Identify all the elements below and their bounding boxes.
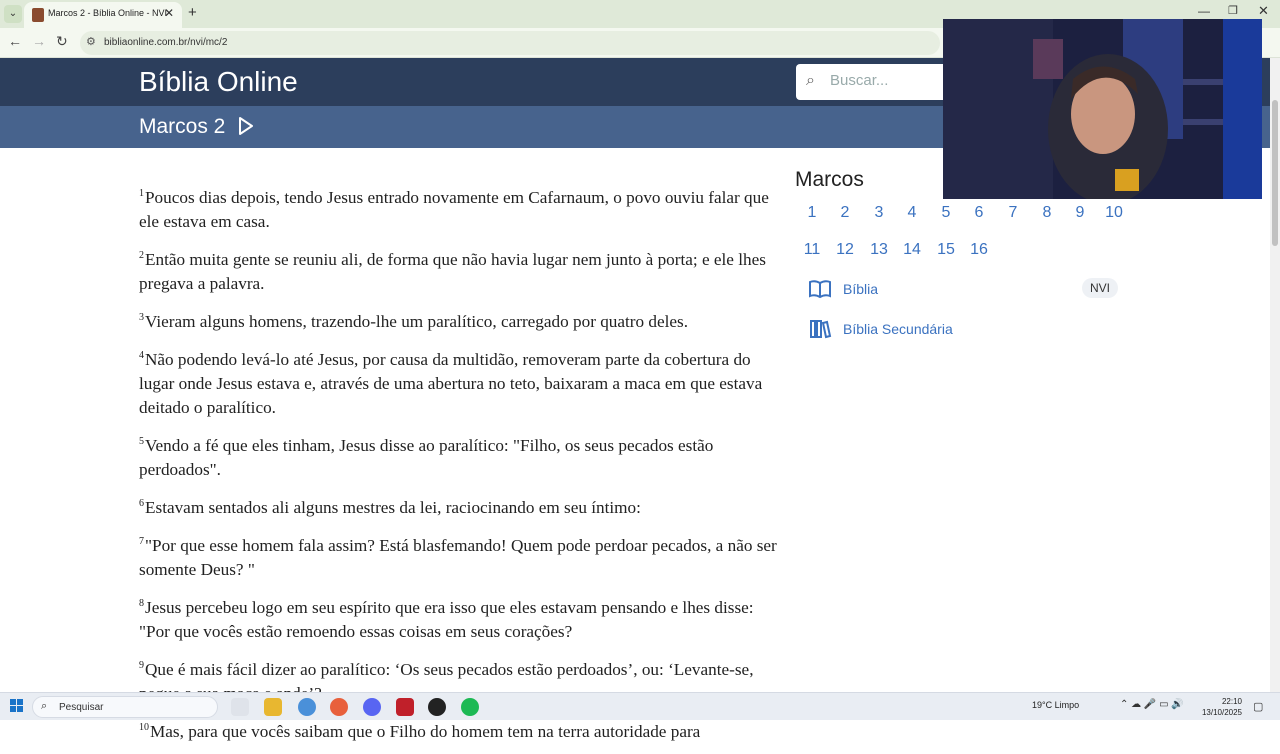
site-info-icon[interactable]: ⚙ bbox=[86, 35, 96, 48]
chapter-link[interactable]: 12 bbox=[830, 241, 860, 259]
address-bar[interactable]: ⚙ bibliaonline.com.br/nvi/mc/2 bbox=[80, 31, 940, 55]
verse: 6Estavam sentados ali alguns mestres da … bbox=[139, 492, 784, 520]
chapter-link[interactable]: 9 bbox=[1065, 204, 1095, 222]
verse-text: Vendo a fé que eles tinham, Jesus disse … bbox=[139, 436, 714, 479]
recording-app-icon[interactable] bbox=[428, 698, 446, 716]
verse-number: 1 bbox=[139, 188, 144, 199]
back-arrow-icon[interactable]: ← bbox=[8, 33, 22, 49]
clock-time: 22:10 bbox=[1221, 697, 1242, 706]
verse-number: 2 bbox=[139, 250, 144, 261]
verse-number: 7 bbox=[139, 536, 144, 547]
verse: 7"Por que esse homem fala assim? Está bl… bbox=[139, 530, 784, 582]
chapter-link[interactable]: 14 bbox=[897, 241, 927, 259]
chapter-link[interactable]: 6 bbox=[964, 204, 994, 222]
chapter-link[interactable]: 4 bbox=[897, 204, 927, 222]
verse: 1Poucos dias depois, tendo Jesus entrado… bbox=[139, 182, 784, 234]
taskbar-search[interactable]: ⌕ Pesquisar bbox=[32, 696, 218, 718]
verse-number: 6 bbox=[139, 498, 144, 509]
window-close-icon[interactable]: ✕ bbox=[1258, 3, 1269, 19]
window-minimize-icon[interactable]: — bbox=[1198, 4, 1210, 18]
task-view-icon[interactable] bbox=[231, 698, 249, 716]
firefox-icon[interactable] bbox=[330, 698, 348, 716]
verse: 10Mas, para que vocês saibam que o Filho… bbox=[139, 716, 784, 744]
search-box[interactable]: ⌕ bbox=[796, 64, 956, 100]
chapter-link[interactable]: 15 bbox=[931, 241, 961, 259]
search-icon: ⌕ bbox=[41, 700, 48, 712]
verse-number: 5 bbox=[139, 436, 144, 447]
verse-number: 9 bbox=[139, 660, 144, 671]
verse-number: 3 bbox=[139, 312, 144, 323]
site-title[interactable]: Bíblia Online bbox=[139, 66, 298, 98]
verse-text: Vieram alguns homens, trazendo-lhe um pa… bbox=[145, 312, 689, 331]
verse-text: Estavam sentados ali alguns mestres da l… bbox=[145, 498, 641, 517]
chrome-icon[interactable] bbox=[298, 698, 316, 716]
verse-text: Jesus percebeu logo em seu espírito que … bbox=[139, 598, 754, 641]
verse-text: Mas, para que vocês saibam que o Filho d… bbox=[150, 722, 701, 741]
verse-text: Então muita gente se reuniu ali, de form… bbox=[139, 250, 766, 293]
verse: 3Vieram alguns homens, trazendo-lhe um p… bbox=[139, 306, 784, 334]
tab-title: Marcos 2 - Bíblia Online - NVI bbox=[48, 8, 168, 18]
spotify-icon[interactable] bbox=[461, 698, 479, 716]
weather-widget[interactable]: 19°C Limpo bbox=[1032, 700, 1079, 710]
system-tray-icons[interactable]: ⌃ ☁ 🎤 ▭ 🔊 bbox=[1120, 699, 1184, 710]
chapter-link[interactable]: 2 bbox=[830, 204, 860, 222]
tab-close-icon[interactable]: ✕ bbox=[164, 6, 174, 20]
webcam-overlay bbox=[943, 19, 1262, 199]
search-icon: ⌕ bbox=[806, 72, 815, 89]
bible-link[interactable]: Bíblia bbox=[843, 281, 878, 297]
clock-date: 13/10/2025 bbox=[1201, 708, 1242, 717]
verse-number: 8 bbox=[139, 598, 144, 609]
new-tab-plus-icon[interactable]: + bbox=[188, 4, 197, 21]
scrollbar-thumb[interactable] bbox=[1272, 100, 1278, 246]
window-restore-icon[interactable]: ❐ bbox=[1228, 4, 1238, 17]
file-explorer-icon[interactable] bbox=[264, 698, 282, 716]
chapter-link[interactable]: 8 bbox=[1032, 204, 1062, 222]
tab-search-chevron-icon[interactable]: ⌄ bbox=[4, 5, 22, 23]
chapter-link[interactable]: 1 bbox=[797, 204, 827, 222]
browser-tab[interactable]: Marcos 2 - Bíblia Online - NVI ✕ bbox=[24, 2, 182, 28]
windows-start-icon[interactable] bbox=[10, 699, 24, 713]
play-audio-icon[interactable] bbox=[238, 116, 254, 136]
reload-icon[interactable]: ↻ bbox=[56, 33, 68, 50]
version-badge[interactable]: NVI bbox=[1082, 278, 1118, 298]
verse: 8Jesus percebeu logo em seu espírito que… bbox=[139, 592, 784, 644]
verse-list: 1Poucos dias depois, tendo Jesus entrado… bbox=[139, 182, 784, 754]
chapter-link[interactable]: 11 bbox=[797, 241, 827, 259]
verse-number: 10 bbox=[139, 722, 149, 733]
verse-number: 4 bbox=[139, 350, 144, 361]
bible-favicon-icon bbox=[32, 8, 44, 22]
notification-icon[interactable]: ▢ bbox=[1253, 700, 1263, 713]
url-text[interactable]: bibliaonline.com.br/nvi/mc/2 bbox=[104, 37, 227, 48]
verse-text: Não podendo levá-lo até Jesus, por causa… bbox=[139, 350, 763, 417]
verse: 2Então muita gente se reuniu ali, de for… bbox=[139, 244, 784, 296]
chapter-link[interactable]: 7 bbox=[998, 204, 1028, 222]
open-book-icon bbox=[809, 280, 831, 299]
search-input[interactable] bbox=[830, 72, 950, 89]
verse: 4Não podendo levá-lo até Jesus, por caus… bbox=[139, 344, 784, 420]
forward-arrow-icon[interactable]: → bbox=[32, 33, 46, 49]
windows-taskbar: ⌕ Pesquisar 19°C Limpo ⌃ ☁ 🎤 ▭ 🔊 22:10 1… bbox=[0, 692, 1280, 720]
chapter-link[interactable]: 3 bbox=[864, 204, 894, 222]
streaming-app-icon[interactable] bbox=[396, 698, 414, 716]
discord-icon[interactable] bbox=[363, 698, 381, 716]
secondary-bible-link[interactable]: Bíblia Secundária bbox=[843, 321, 953, 337]
page-scrollbar[interactable] bbox=[1270, 58, 1280, 692]
chapter-link[interactable]: 13 bbox=[864, 241, 894, 259]
taskbar-search-label: Pesquisar bbox=[59, 702, 104, 713]
verse-text: "Por que esse homem fala assim? Está bla… bbox=[139, 536, 777, 579]
chapter-link[interactable]: 5 bbox=[931, 204, 961, 222]
sidebar-book-title: Marcos bbox=[795, 168, 864, 191]
chapter-title: Marcos 2 bbox=[139, 115, 226, 138]
verse: 5Vendo a fé que eles tinham, Jesus disse… bbox=[139, 430, 784, 482]
books-icon bbox=[810, 320, 832, 339]
chapter-link[interactable]: 10 bbox=[1099, 204, 1129, 222]
verse-text: Poucos dias depois, tendo Jesus entrado … bbox=[139, 188, 769, 231]
taskbar-clock[interactable]: 22:10 13/10/2025 bbox=[1200, 696, 1242, 718]
chapter-link[interactable]: 16 bbox=[964, 241, 994, 259]
